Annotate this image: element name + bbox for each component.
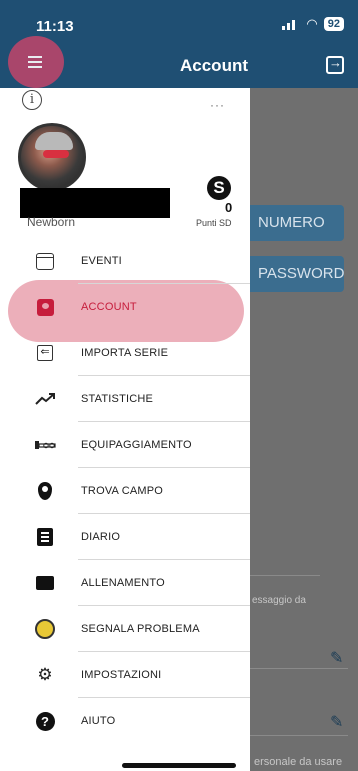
account-badge-icon <box>34 296 56 318</box>
menu-item-label: IMPORTA SERIE <box>81 347 169 359</box>
user-level: Newborn <box>27 215 76 229</box>
menu-item-label: IMPOSTAZIONI <box>81 669 162 681</box>
menu-item-eventi[interactable]: EVENTI <box>0 238 250 284</box>
navigation-drawer: i ··· Newborn S 0 Punti SD EVENTI ACCOUN… <box>0 88 250 771</box>
numero-button[interactable]: NUMERO <box>240 205 344 241</box>
edit-pencil-icon[interactable]: ✎ <box>330 648 343 668</box>
password-button[interactable]: PASSWORD <box>240 256 344 292</box>
status-icons: ◠ 92 <box>282 16 344 32</box>
bg-text: essaggio da <box>252 595 306 606</box>
menu-item-label: STATISTICHE <box>81 393 154 405</box>
field-underline <box>250 668 348 669</box>
menu-item-label: AIUTO <box>81 715 116 727</box>
equipment-icon <box>34 434 56 456</box>
hamburger-menu-icon[interactable] <box>8 36 64 88</box>
menu-item-diario[interactable]: DIARIO <box>0 514 250 560</box>
slider-track <box>250 575 320 576</box>
menu-item-allenamento[interactable]: ALLENAMENTO <box>0 560 250 606</box>
menu-item-importa-serie[interactable]: ⇐ IMPORTA SERIE <box>0 330 250 376</box>
menu-item-label: ACCOUNT <box>81 301 137 313</box>
menu-item-statistiche[interactable]: STATISTICHE <box>0 376 250 422</box>
status-bar: 11:13 ◠ 92 <box>0 0 358 44</box>
menu-item-label: SEGNALA PROBLEMA <box>81 623 200 635</box>
calendar-icon <box>34 250 56 272</box>
drawer-menu: EVENTI ACCOUNT ⇐ IMPORTA SERIE STATISTIC… <box>0 238 250 744</box>
location-pin-icon <box>34 480 56 502</box>
edit-pencil-icon[interactable]: ✎ <box>330 712 343 732</box>
wifi-icon: ◠ <box>306 16 318 31</box>
field-underline <box>250 735 348 736</box>
points-value: 0 <box>225 200 233 215</box>
menu-item-account[interactable]: ACCOUNT <box>0 284 250 330</box>
points-label: Punti SD <box>196 218 232 228</box>
menu-item-label: EQUIPAGGIAMENTO <box>81 439 192 451</box>
logout-icon[interactable] <box>326 55 344 74</box>
menu-item-impostazioni[interactable]: ⚙ IMPOSTAZIONI <box>0 652 250 698</box>
report-problem-icon <box>34 618 56 640</box>
menu-item-trova-campo[interactable]: TROVA CAMPO <box>0 468 250 514</box>
menu-item-label: ALLENAMENTO <box>81 577 165 589</box>
more-options-icon[interactable]: ··· <box>210 98 225 112</box>
help-icon: ? <box>34 710 56 732</box>
avatar[interactable] <box>18 123 86 191</box>
redacted-name <box>20 188 170 218</box>
bg-text: ersonale da usare <box>254 756 343 768</box>
sd-logo-icon: S <box>207 176 231 200</box>
menu-item-equipaggiamento[interactable]: EQUIPAGGIAMENTO <box>0 422 250 468</box>
battery-icon: 92 <box>323 17 344 31</box>
trending-up-icon <box>34 388 56 410</box>
training-icon <box>34 572 56 594</box>
import-icon: ⇐ <box>34 342 56 364</box>
diary-icon <box>34 526 56 548</box>
menu-item-label: EVENTI <box>81 255 122 267</box>
gear-icon: ⚙ <box>37 665 53 684</box>
signal-icon <box>282 18 300 30</box>
menu-item-label: DIARIO <box>81 531 121 543</box>
home-indicator[interactable] <box>122 763 236 768</box>
status-time: 11:13 <box>36 18 74 35</box>
menu-item-label: TROVA CAMPO <box>81 485 164 497</box>
info-icon[interactable]: i <box>22 90 42 110</box>
menu-item-segnala-problema[interactable]: SEGNALA PROBLEMA <box>0 606 250 652</box>
menu-item-aiuto[interactable]: ? AIUTO <box>0 698 250 744</box>
